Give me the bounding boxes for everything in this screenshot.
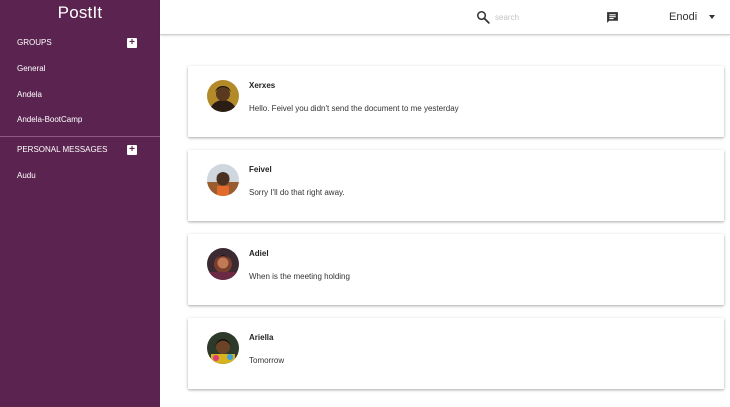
message-card: Feivel Sorry I'll do that right away.: [188, 150, 724, 221]
message-text: Tomorrow: [249, 356, 285, 365]
avatar: [207, 248, 239, 280]
message-text: When is the meeting holding: [249, 272, 350, 281]
sidebar-item-audu[interactable]: Audu: [0, 163, 160, 189]
message-text: Sorry I'll do that right away.: [249, 188, 345, 197]
add-personal-message-icon[interactable]: [127, 144, 137, 155]
sidebar: PostIt GROUPS General Andela Andela-Boot…: [0, 0, 160, 407]
avatar: [207, 164, 239, 196]
groups-section-header: GROUPS: [0, 30, 160, 56]
message-card: Ariella Tomorrow: [188, 318, 724, 389]
message-author: Xerxes: [249, 81, 276, 90]
message-author: Adiel: [249, 249, 269, 258]
user-menu-button[interactable]: Enodi: [669, 8, 716, 26]
search-icon[interactable]: [476, 10, 490, 24]
top-bar: Enodi: [160, 0, 730, 35]
message-author: Ariella: [249, 333, 274, 342]
message-icon[interactable]: [606, 11, 619, 24]
sidebar-item-andela[interactable]: Andela: [0, 82, 160, 108]
search-input[interactable]: [495, 9, 585, 25]
message-author: Feivel: [249, 165, 272, 174]
message-text: Hello. Feivel you didn't send the docume…: [249, 104, 459, 113]
chevron-down-icon: [709, 15, 716, 19]
app-brand[interactable]: PostIt: [0, 0, 160, 30]
message-card: Adiel When is the meeting holding: [188, 234, 724, 305]
message-card: Xerxes Hello. Feivel you didn't send the…: [188, 66, 724, 137]
avatar: [207, 80, 239, 112]
sidebar-item-general[interactable]: General: [0, 56, 160, 82]
personal-messages-heading: PERSONAL MESSAGES: [17, 144, 108, 154]
avatar: [207, 332, 239, 364]
add-group-icon[interactable]: [127, 38, 137, 48]
message-list: Xerxes Hello. Feivel you didn't send the…: [160, 36, 730, 407]
sidebar-item-andela-bootcamp[interactable]: Andela-BootCamp: [0, 107, 160, 133]
personal-messages-section-header: PERSONAL MESSAGES: [0, 137, 160, 163]
groups-heading: GROUPS: [17, 38, 52, 47]
user-name: Enodi: [669, 11, 698, 23]
